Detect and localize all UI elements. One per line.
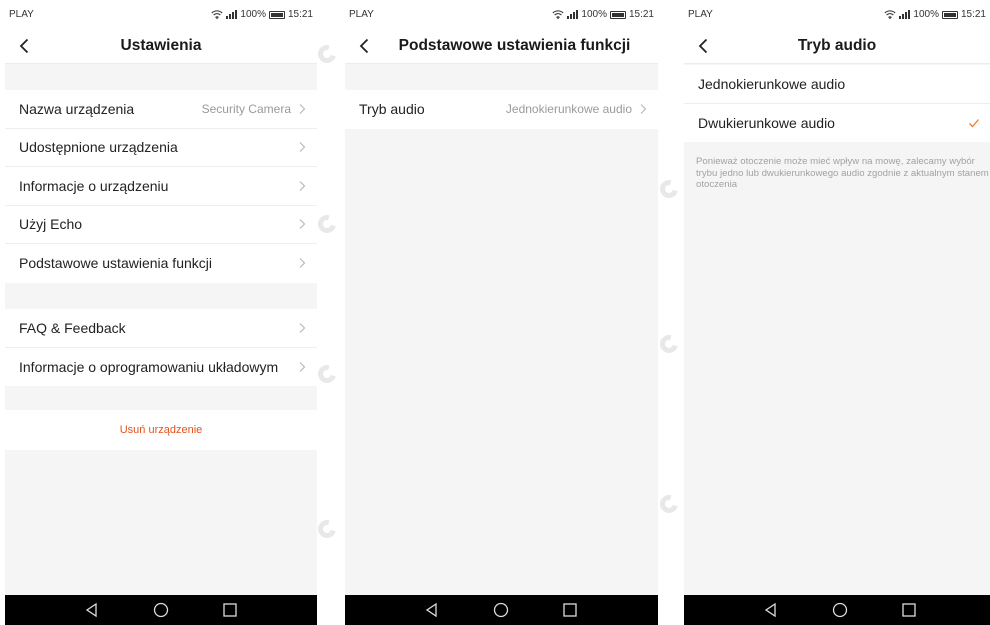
option-two-way-audio[interactable]: Dwukierunkowe audio — [684, 104, 990, 143]
row-use-echo[interactable]: Użyj Echo — [5, 206, 317, 244]
chevron-right-icon — [299, 103, 306, 114]
nav-home-icon[interactable] — [832, 602, 848, 618]
nav-recents-icon[interactable] — [562, 602, 578, 618]
status-right: 100% 15:21 — [884, 9, 986, 20]
row-label: Nazwa urządzenia — [19, 100, 135, 117]
row-audio-mode[interactable]: Tryb audio Jednokierunkowe audio — [345, 90, 658, 129]
delete-device-button[interactable]: Usuń urządzenie — [5, 410, 317, 450]
battery-icon — [941, 10, 958, 19]
signal-icon — [899, 10, 911, 19]
row-basic-settings[interactable]: Podstawowe ustawienia funkcji — [5, 244, 317, 283]
status-bar: PLAY 100% 15:21 — [345, 0, 658, 28]
screen-settings: PLAY 100% 15:21 Ustawienia Nazwa urządze… — [5, 0, 317, 625]
status-bar: PLAY 100% 15:21 — [5, 0, 317, 28]
watermark-mark — [656, 331, 682, 357]
wifi-icon — [552, 10, 564, 19]
row-value: Security Camera — [201, 101, 291, 116]
row-label: Użyj Echo — [19, 216, 83, 233]
row-label: Informacje o oprogramowaniu układowym — [19, 358, 279, 375]
watermark-mark — [656, 176, 682, 202]
chevron-right-icon — [640, 104, 647, 115]
wifi-icon — [884, 10, 896, 19]
clock: 15:21 — [628, 9, 654, 20]
watermark-mark — [314, 41, 340, 67]
screen-audio-mode: PLAY 100% 15:21 Tryb audio Jednokierunko… — [684, 0, 990, 625]
battery-icon — [268, 10, 285, 19]
settings-group-device: Nazwa urządzenia Security Camera Udostęp… — [5, 90, 317, 283]
nav-bar: Tryb audio — [684, 28, 990, 64]
signal-icon — [226, 10, 238, 19]
system-nav-bar — [345, 595, 658, 625]
chevron-right-icon — [299, 180, 306, 191]
chevron-right-icon — [299, 219, 306, 230]
settings-group-support: FAQ & Feedback Informacje o oprogramowan… — [5, 309, 317, 386]
nav-home-icon[interactable] — [153, 602, 169, 618]
chevron-right-icon — [299, 322, 306, 333]
screen-basic-settings: PLAY 100% 15:21 Podstawowe ustawienia fu… — [345, 0, 658, 625]
row-label: Udostępnione urządzenia — [19, 139, 178, 156]
status-right: 100% 15:21 — [552, 9, 654, 20]
status-bar: PLAY 100% 15:21 — [684, 0, 990, 28]
system-nav-bar — [5, 595, 317, 625]
clock: 15:21 — [287, 9, 313, 20]
nav-back-icon[interactable] — [84, 602, 100, 618]
system-nav-bar — [684, 595, 990, 625]
row-firmware-info[interactable]: Informacje o oprogramowaniu układowym — [5, 348, 317, 387]
settings-group-audio: Tryb audio Jednokierunkowe audio — [345, 90, 658, 129]
audio-mode-options: Jednokierunkowe audio Dwukierunkowe audi… — [684, 65, 990, 142]
row-value: Jednokierunkowe audio — [505, 102, 632, 117]
nav-back-icon[interactable] — [424, 602, 440, 618]
nav-recents-icon[interactable] — [222, 602, 238, 618]
watermark-mark — [314, 211, 340, 237]
row-faq-feedback[interactable]: FAQ & Feedback — [5, 309, 317, 348]
battery-percent: 100% — [581, 9, 607, 20]
battery-icon — [609, 10, 626, 19]
chevron-right-icon — [299, 361, 306, 372]
carrier-label: PLAY — [688, 9, 713, 20]
row-label: Tryb audio — [359, 101, 425, 118]
battery-percent: 100% — [913, 9, 939, 20]
row-device-name[interactable]: Nazwa urządzenia Security Camera — [5, 90, 317, 129]
nav-bar: Ustawienia — [5, 28, 317, 64]
audio-mode-hint: Ponieważ otoczenie może mieć wpływ na mo… — [696, 156, 989, 190]
chevron-right-icon — [299, 142, 306, 153]
page-title: Podstawowe ustawienia funkcji — [398, 37, 631, 54]
nav-back-icon[interactable] — [763, 602, 779, 618]
wifi-icon — [211, 10, 223, 19]
row-shared-devices[interactable]: Udostępnione urządzenia — [5, 129, 317, 167]
chevron-right-icon — [299, 258, 306, 269]
row-device-info[interactable]: Informacje o urządzeniu — [5, 167, 317, 206]
nav-home-icon[interactable] — [493, 602, 509, 618]
nav-recents-icon[interactable] — [901, 602, 917, 618]
row-label: FAQ & Feedback — [19, 319, 126, 336]
watermark-mark — [314, 361, 340, 387]
carrier-label: PLAY — [349, 9, 374, 20]
signal-icon — [567, 10, 579, 19]
watermark-mark — [314, 516, 340, 542]
watermark-mark — [656, 491, 682, 517]
carrier-label: PLAY — [9, 9, 34, 20]
option-one-way-audio[interactable]: Jednokierunkowe audio — [684, 65, 990, 104]
page-title: Ustawienia — [120, 37, 202, 54]
status-right: 100% 15:21 — [211, 9, 313, 20]
option-label: Dwukierunkowe audio — [698, 114, 835, 131]
option-label: Jednokierunkowe audio — [698, 75, 846, 92]
checkmark-icon — [969, 118, 979, 128]
battery-percent: 100% — [240, 9, 266, 20]
row-label: Informacje o urządzeniu — [19, 177, 169, 194]
nav-bar: Podstawowe ustawienia funkcji — [345, 28, 658, 64]
page-title: Tryb audio — [797, 37, 877, 54]
row-label: Podstawowe ustawienia funkcji — [19, 255, 212, 272]
clock: 15:21 — [960, 9, 986, 20]
